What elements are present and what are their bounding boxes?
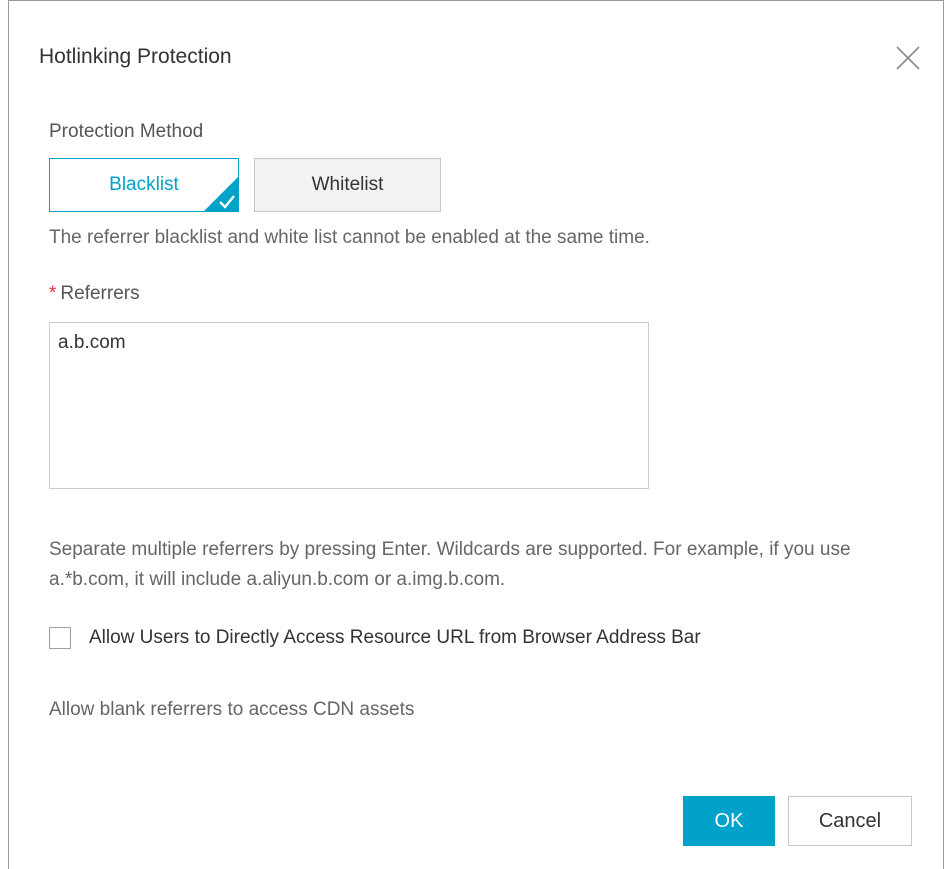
hotlinking-protection-dialog: Hotlinking Protection Protection Method …	[8, 0, 944, 869]
dialog-title: Hotlinking Protection	[39, 45, 232, 68]
close-icon[interactable]	[893, 43, 923, 73]
referrers-hint: Separate multiple referrers by pressing …	[49, 539, 851, 590]
protection-method-hint: The referrer blacklist and white list ca…	[49, 227, 650, 248]
referrers-label: * Referrers	[49, 283, 140, 305]
protection-method-label: Protection Method	[49, 121, 204, 142]
referrers-label-text: Referrers	[60, 283, 140, 304]
blacklist-option-label: Blacklist	[109, 174, 179, 195]
allow-blank-referrer-label[interactable]: Allow Users to Directly Access Resource …	[49, 623, 909, 653]
selected-check-icon	[204, 177, 238, 211]
whitelist-option-label: Whitelist	[311, 174, 384, 195]
whitelist-option[interactable]: Whitelist	[254, 158, 441, 212]
blacklist-option[interactable]: Blacklist	[49, 158, 239, 212]
referrers-textarea[interactable]	[49, 322, 649, 489]
ok-button[interactable]: OK	[683, 796, 775, 846]
cancel-button[interactable]: Cancel	[788, 796, 912, 846]
required-mark: *	[49, 283, 57, 304]
allow-blank-referrer-hint: Allow blank referrers to access CDN asse…	[49, 699, 415, 720]
